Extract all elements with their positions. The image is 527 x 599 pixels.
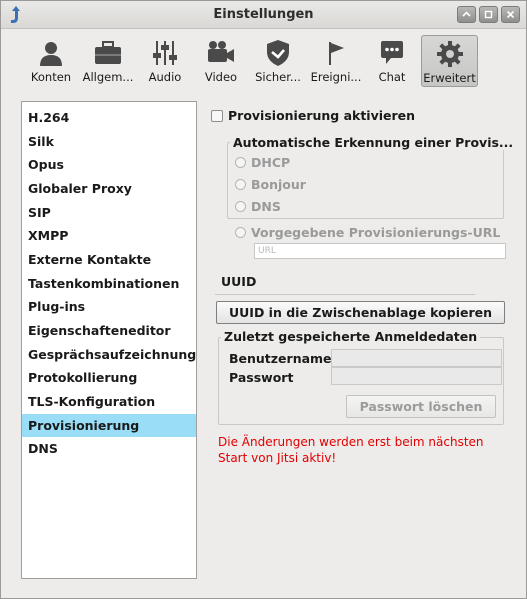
radio-bonjour-label: Bonjour — [251, 177, 306, 192]
tab-label: Konten — [30, 70, 72, 84]
delete-password-button[interactable]: Passwort löschen — [346, 395, 496, 418]
settings-toolbar: Konten Allgem... Audio Video Sicher... E… — [23, 35, 493, 87]
list-item-global-proxy[interactable]: Globaler Proxy — [22, 177, 196, 200]
uuid-heading: UUID — [221, 274, 257, 289]
list-item-sip[interactable]: SIP — [22, 201, 196, 224]
gear-icon — [434, 39, 466, 69]
tab-erweitert[interactable]: Erweitert — [421, 35, 478, 87]
list-item-shortcuts[interactable]: Tastenkombinationen — [22, 272, 196, 295]
list-item-call-recording[interactable]: Gesprächsaufzeichnung — [22, 343, 196, 366]
tab-label: Ereigni... — [310, 70, 362, 84]
radio-dns[interactable] — [235, 201, 246, 212]
sliders-icon — [149, 38, 181, 68]
tab-ereignisse[interactable]: Ereigni... — [307, 35, 365, 87]
autodetect-legend: Automatische Erkennung einer Provis... — [230, 135, 517, 150]
provisioning-url-input[interactable]: URL — [254, 243, 506, 259]
list-item-tls[interactable]: TLS-Konfiguration — [22, 390, 196, 413]
list-item-plugins[interactable]: Plug-ins — [22, 295, 196, 318]
tab-konten[interactable]: Konten — [23, 35, 79, 87]
provisioning-enable-checkbox[interactable] — [211, 110, 223, 122]
settings-window: Einstellungen Konten Allgem... Audio Vid… — [0, 0, 527, 599]
provisioning-enable-label: Provisionierung aktivieren — [228, 108, 416, 123]
title-bar[interactable]: Einstellungen — [1, 1, 526, 29]
window-title: Einstellungen — [213, 7, 314, 22]
tab-audio[interactable]: Audio — [137, 35, 193, 87]
tab-chat[interactable]: Chat — [365, 35, 419, 87]
radio-dhcp[interactable] — [235, 157, 246, 168]
radio-dns-label: DNS — [251, 199, 281, 214]
shield-icon — [262, 38, 294, 68]
window-restore-button[interactable] — [479, 6, 498, 23]
password-field[interactable] — [331, 367, 502, 385]
radio-dhcp-label: DHCP — [251, 155, 291, 170]
list-item-opus[interactable]: Opus — [22, 153, 196, 176]
tab-label: Erweitert — [423, 71, 476, 85]
person-icon — [35, 38, 67, 68]
list-item-dns[interactable]: DNS — [22, 437, 196, 460]
radio-bonjour[interactable] — [235, 179, 246, 190]
uuid-divider — [215, 294, 475, 295]
flag-icon — [320, 38, 352, 68]
list-item-logging[interactable]: Protokollierung — [22, 366, 196, 389]
category-list[interactable]: H.264 Silk Opus Globaler Proxy SIP XMPP … — [21, 101, 197, 579]
list-item-external-contacts[interactable]: Externe Kontakte — [22, 248, 196, 271]
chat-bubble-icon — [376, 38, 408, 68]
list-item-h264[interactable]: H.264 — [22, 106, 196, 129]
tab-allgemein[interactable]: Allgem... — [79, 35, 137, 87]
list-item-provisioning[interactable]: Provisionierung — [22, 414, 196, 437]
restart-notice-line-2: Start von Jitsi aktiv! — [218, 451, 337, 465]
radio-manual-url-label: Vorgegebene Provisionierungs-URL — [251, 225, 501, 240]
password-label: Passwort — [229, 370, 294, 385]
tab-label: Video — [204, 70, 238, 84]
list-item-xmpp[interactable]: XMPP — [22, 224, 196, 247]
list-item-silk[interactable]: Silk — [22, 130, 196, 153]
credentials-legend: Zuletzt gespeicherte Anmeldedaten — [221, 329, 481, 344]
tab-label: Sicher... — [255, 70, 301, 84]
restart-notice-line-1: Die Änderungen werden erst beim nächsten — [218, 435, 484, 449]
username-label: Benutzername — [229, 351, 332, 366]
username-field[interactable] — [331, 349, 502, 367]
list-item-property-editor[interactable]: Eigenschafteneditor — [22, 319, 196, 342]
copy-uuid-button[interactable]: UUID in die Zwischenablage kopieren — [216, 301, 505, 324]
window-close-button[interactable] — [501, 6, 520, 23]
tab-label: Allgem... — [82, 70, 134, 84]
tab-label: Audio — [148, 70, 182, 84]
window-up-button[interactable] — [457, 6, 476, 23]
briefcase-icon — [92, 38, 124, 68]
tab-sicherheit[interactable]: Sicher... — [249, 35, 307, 87]
tab-label: Chat — [378, 70, 406, 84]
tab-video[interactable]: Video — [193, 35, 249, 87]
video-camera-icon — [205, 38, 237, 68]
radio-manual-url[interactable] — [235, 227, 246, 238]
